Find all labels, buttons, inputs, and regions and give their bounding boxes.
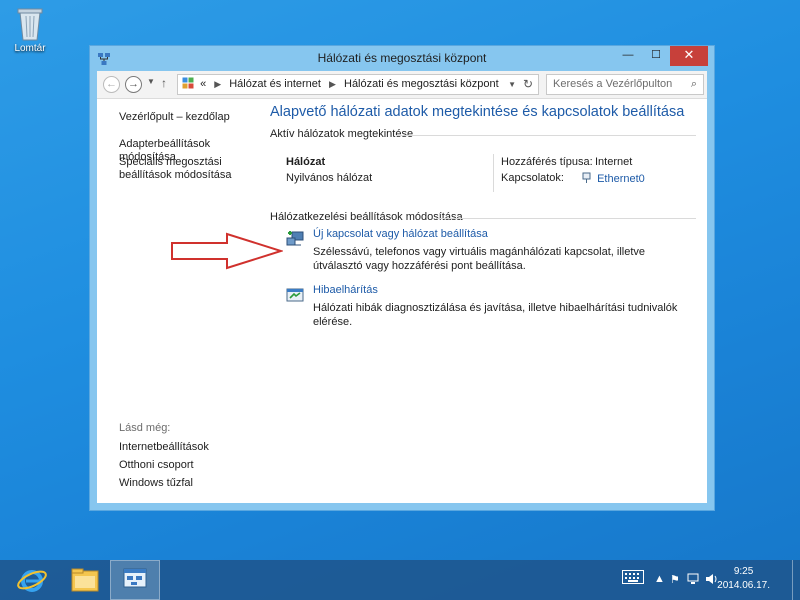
search-input[interactable]: Keresés a Vezérlőpulton ⌕ (546, 74, 704, 95)
page-title: Alapvető hálózati adatok megtekintése és… (270, 104, 685, 120)
task-new-connection: Új kapcsolat vagy hálózat beállítása Szé… (286, 228, 686, 272)
refresh-icon[interactable]: ↻ (523, 75, 533, 94)
change-settings-heading: Hálózatkezelési beállítások módosítása (270, 211, 463, 223)
sidebar-link-advanced-sharing-line1: Speciális megosztási (119, 156, 222, 168)
annotation-arrow-icon (171, 232, 283, 270)
breadcrumb-network-internet[interactable]: Hálózat és internet (229, 78, 321, 90)
navigation-bar: ← → ▼ ↑ « ▶ Hálózat és internet ▶ Hálóza… (97, 71, 707, 99)
maximize-button[interactable]: ☐ (642, 46, 670, 66)
network-name: Hálózat (286, 156, 326, 168)
active-networks-heading: Aktív hálózatok megtekintése (270, 128, 414, 140)
search-placeholder: Keresés a Vezérlőpulton (553, 78, 673, 90)
file-explorer-taskbar-button[interactable] (60, 560, 110, 600)
new-connection-icon (286, 230, 304, 248)
clock-time: 9:25 (733, 566, 754, 577)
internet-explorer-taskbar-button[interactable] (12, 560, 62, 600)
keyboard-icon[interactable] (622, 570, 644, 587)
network-sharing-center-window: Hálózati és megosztási központ — ☐ ✕ ← →… (89, 45, 715, 511)
folder-icon (71, 568, 99, 592)
sidebar-link-homegroup[interactable]: Otthoni csoport (119, 459, 259, 472)
taskbar: ▲ ⚑ 9:25 2014.06.17. (0, 560, 800, 600)
action-center-flag-icon[interactable]: ⚑ (670, 573, 680, 586)
recycle-bin-desktop-icon[interactable]: Lomtár (8, 4, 52, 54)
sidebar: Vezérlőpult – kezdőlap Adapterbeállításo… (97, 99, 262, 503)
show-desktop-button[interactable] (792, 560, 800, 600)
ethernet0-link[interactable]: Ethernet0 (582, 172, 645, 185)
show-hidden-icons-icon[interactable]: ▲ (654, 573, 665, 585)
access-type-label: Hozzáférés típusa: (501, 156, 593, 168)
sidebar-link-windows-firewall[interactable]: Windows tűzfal (119, 477, 259, 490)
title-bar[interactable]: Hálózati és megosztási központ — ☐ ✕ (90, 46, 714, 71)
new-connection-link[interactable]: Új kapcsolat vagy hálózat beállítása (313, 228, 488, 240)
connections-label: Kapcsolatok: (501, 172, 564, 184)
breadcrumb-separator-icon[interactable]: ▶ (329, 79, 336, 89)
vertical-divider (493, 154, 494, 192)
ethernet-icon (582, 172, 591, 183)
sidebar-link-internet-options[interactable]: Internetbeállítások (119, 441, 259, 454)
control-panel-window-icon (123, 568, 147, 588)
system-tray: ▲ ⚑ 9:25 2014.06.17. (600, 560, 800, 600)
troubleshoot-link[interactable]: Hibaelhárítás (313, 284, 378, 296)
address-bar[interactable]: « ▶ Hálózat és internet ▶ Hálózati és me… (177, 74, 539, 95)
network-type[interactable]: Nyilvános hálózat (286, 172, 372, 184)
troubleshoot-icon (286, 286, 304, 304)
main-panel: Alapvető hálózati adatok megtekintése és… (270, 99, 707, 503)
forward-button[interactable]: → (125, 76, 142, 93)
recycle-bin-label: Lomtár (14, 43, 46, 54)
address-dropdown-icon[interactable]: ▼ (508, 75, 516, 94)
sidebar-link-advanced-sharing[interactable]: Speciális megosztási beállítások módosít… (119, 156, 259, 182)
breadcrumb-overflow[interactable]: « (200, 78, 206, 90)
internet-explorer-icon (17, 570, 47, 592)
up-button[interactable]: ↑ (161, 76, 167, 90)
sidebar-link-advanced-sharing-line2: beállítások módosítása (119, 169, 232, 181)
minimize-button[interactable]: — (614, 46, 642, 66)
close-button[interactable]: ✕ (670, 46, 708, 66)
access-type-value: Internet (595, 156, 633, 168)
sidebar-link-control-panel-home[interactable]: Vezérlőpult – kezdőlap (119, 111, 259, 124)
recent-locations-chevron-icon[interactable]: ▼ (147, 77, 155, 86)
task-troubleshoot: Hibaelhárítás Hálózati hibák diagnosztiz… (286, 284, 686, 328)
ethernet0-label: Ethernet0 (597, 173, 645, 185)
recycle-bin-icon (14, 4, 46, 42)
see-also-heading: Lásd még: (119, 422, 171, 434)
clock[interactable]: 9:25 2014.06.17. (717, 565, 770, 593)
clock-date: 2014.06.17. (717, 580, 770, 591)
new-connection-description: Szélessávú, telefonos vagy virtuális mag… (313, 246, 646, 272)
section-divider (436, 218, 696, 219)
breadcrumb-separator-icon[interactable]: ▶ (214, 79, 221, 89)
network-status-icon[interactable] (687, 573, 699, 588)
section-divider (396, 135, 696, 136)
control-panel-taskbar-button[interactable] (110, 560, 160, 600)
search-icon[interactable]: ⌕ (691, 75, 697, 94)
back-button[interactable]: ← (103, 76, 120, 93)
content-area: Vezérlőpult – kezdőlap Adapterbeállításo… (97, 99, 707, 503)
troubleshoot-description: Hálózati hibák diagnosztizálása és javít… (313, 302, 678, 328)
control-panel-icon (182, 77, 194, 89)
breadcrumb-sharing-center[interactable]: Hálózati és megosztási központ (344, 78, 499, 90)
